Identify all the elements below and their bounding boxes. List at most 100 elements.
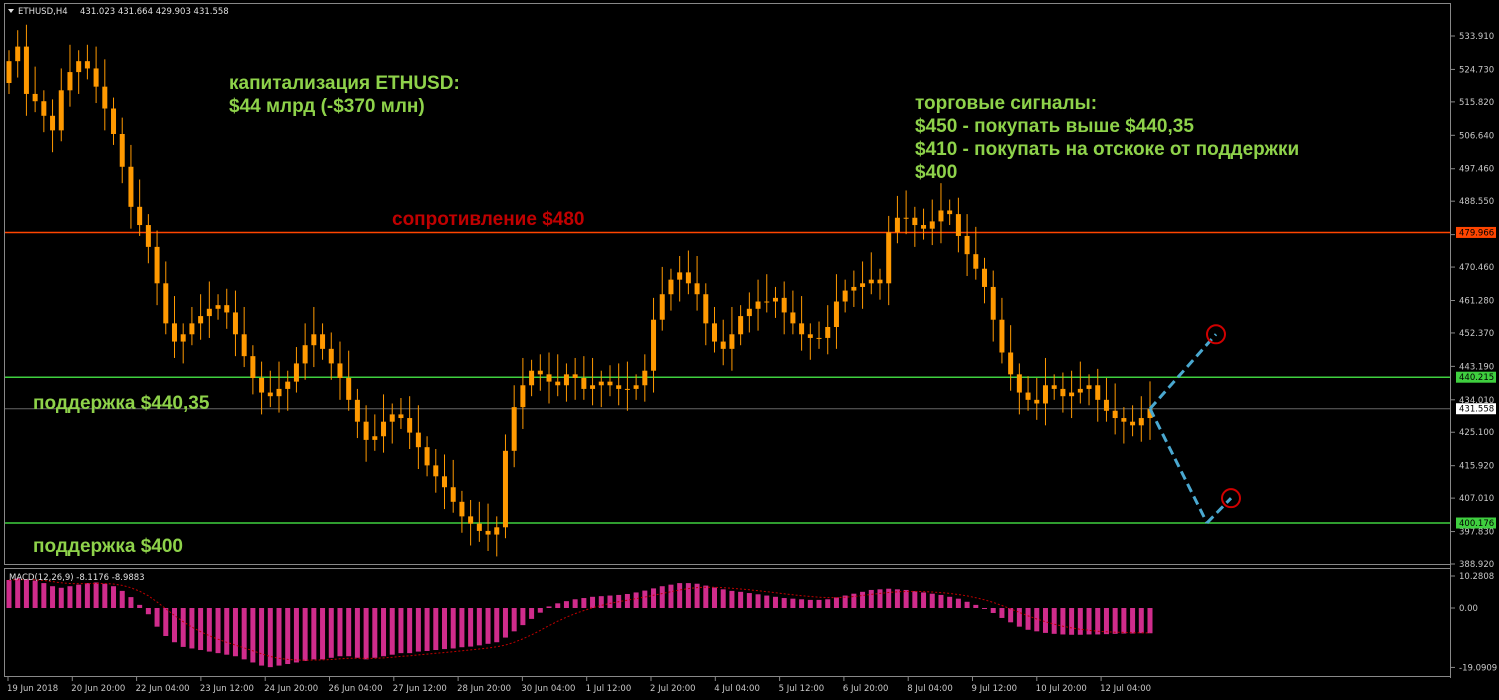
macd-bar [494, 608, 500, 643]
macd-bar [537, 608, 543, 613]
macd-bar [1103, 608, 1109, 635]
macd-bar [921, 592, 927, 608]
macd-bar [738, 591, 744, 608]
candle-body [851, 286, 857, 291]
candle-body [459, 501, 465, 517]
chart-canvas[interactable]: 533.910 524.730 515.820 506.640 497.460 488.5… [0, 0, 1499, 700]
price-tick-label: 515.820 [1459, 98, 1494, 108]
macd-bar [363, 608, 369, 660]
macd-bar [799, 599, 805, 608]
candle-body [137, 206, 143, 226]
price-tick-label: 533.910 [1459, 32, 1494, 42]
macd-bar [877, 589, 883, 608]
macd-bar [50, 586, 56, 608]
macd-bar [163, 608, 169, 637]
candle-body [590, 385, 596, 389]
candle-body [790, 312, 796, 324]
macd-bar [929, 593, 935, 608]
macd-bar [590, 596, 596, 608]
candle-body [224, 305, 230, 313]
candle-body [546, 374, 552, 382]
macd-bar [825, 599, 831, 608]
macd-tick-label: 0.00 [1459, 604, 1478, 614]
macd-bar [206, 608, 212, 652]
candle-body [407, 418, 413, 433]
macd-label: MACD(12,26,9) -8.1176 -8.9883 [9, 573, 145, 583]
macd-bar [677, 583, 683, 608]
candle-body [111, 108, 117, 134]
macd-bar [1034, 608, 1040, 632]
time-tick-label: 2 Jul 20:00 [650, 684, 696, 694]
macd-tick-label: -19.0909 [1459, 663, 1497, 673]
macd-bar [903, 589, 909, 608]
price-tick-label: 461.280 [1459, 296, 1494, 306]
candle-body [1069, 392, 1075, 397]
candle-body [180, 334, 186, 342]
macd-bar [720, 589, 726, 608]
macd-bar [215, 608, 221, 654]
candle-body [877, 279, 883, 284]
candle-body [189, 323, 195, 335]
support-label-400: поддержка $400 [33, 536, 183, 557]
macd-bar [833, 597, 839, 608]
candle-body [119, 133, 125, 167]
candle-body [973, 254, 979, 269]
macd-bar [546, 606, 552, 608]
macd-bar [337, 608, 343, 657]
macd-bar [23, 579, 29, 608]
candle-body [563, 374, 569, 386]
macd-bar [990, 608, 996, 613]
macd-bar [790, 598, 796, 608]
candle-body [703, 294, 709, 324]
candle-body [755, 301, 761, 309]
price-tick-label: 425.100 [1459, 428, 1494, 438]
candle-body [764, 301, 770, 303]
candle-body [781, 297, 787, 313]
macd-bar [581, 598, 587, 608]
candle-body [232, 312, 238, 335]
macd-bar [712, 587, 718, 608]
time-tick-label: 10 Jul 20:00 [1036, 684, 1087, 694]
macd-bar [1060, 608, 1066, 635]
price-tick-label: 415.920 [1459, 462, 1494, 472]
candle-body [738, 316, 744, 335]
macd-bar [485, 608, 491, 644]
macd-bar [198, 608, 204, 651]
candle-body [1060, 388, 1066, 397]
candle-body [381, 421, 387, 437]
macd-bar [529, 608, 535, 619]
macd-bar [659, 586, 665, 608]
candle-body [624, 388, 630, 390]
current-price-tag: 431.558 [1456, 403, 1496, 415]
candle-body [41, 101, 47, 116]
macd-bar [171, 608, 177, 643]
macd-bar [1147, 608, 1153, 634]
candle-body [267, 392, 273, 397]
macd-bar [67, 586, 73, 608]
macd-bar [1112, 608, 1118, 634]
time-tick-label: 30 Jun 04:00 [521, 684, 575, 694]
candle-body [337, 363, 343, 378]
macd-bar [1042, 608, 1048, 633]
candle-body [1121, 418, 1127, 422]
support-label-440: поддержка $440,35 [33, 393, 210, 414]
candle-body [93, 68, 99, 87]
candle-body [276, 388, 282, 397]
macd-bar [807, 599, 813, 608]
candle-body [163, 283, 169, 324]
candle-body [128, 166, 134, 207]
candle-body [250, 356, 256, 378]
signals-title: торговые сигналы: [915, 93, 1097, 114]
macd-bar [1121, 608, 1127, 634]
candle-body [389, 414, 395, 422]
candle-body [468, 516, 474, 524]
macd-bar [293, 608, 299, 663]
macd-bar [407, 608, 413, 654]
macd-bar [145, 608, 151, 615]
macd-bar [912, 591, 918, 608]
candle-body [555, 381, 561, 386]
candle-body [677, 272, 683, 280]
macd-bar [746, 593, 752, 608]
candle-body [842, 290, 848, 302]
macd-bar [999, 608, 1005, 618]
